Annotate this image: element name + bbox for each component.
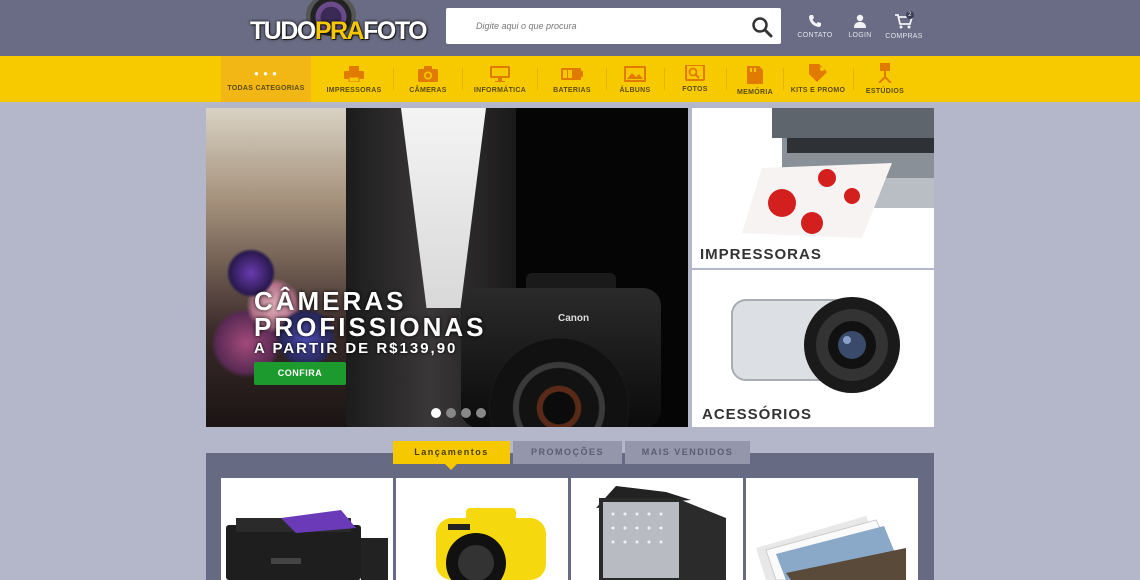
category-divider xyxy=(726,68,727,90)
hero-cta-button[interactable]: CONFIRA xyxy=(254,362,346,385)
slider-pagination xyxy=(431,405,491,423)
slider-dot[interactable] xyxy=(431,408,441,418)
phone-icon xyxy=(809,15,821,27)
category-label: KITS E PROMO xyxy=(790,87,846,94)
contact-label: CONTATO xyxy=(797,32,833,39)
photos-icon xyxy=(685,65,705,81)
category-label: ESTÚDIOS xyxy=(865,88,905,95)
category-label: MEMÓRIA xyxy=(737,89,773,96)
category-memory[interactable]: MEMÓRIA xyxy=(728,56,782,102)
printer-banner-image xyxy=(742,108,934,238)
category-label: BATERIAS xyxy=(553,87,591,94)
category-cameras[interactable]: CÂMERAS xyxy=(396,56,460,102)
category-kits-promo[interactable]: KITS E PROMO xyxy=(785,56,851,102)
memory-card-icon xyxy=(747,66,763,84)
category-nav: ● ● ● TODAS CATEGORIAS IMPRESSORAS CÂMER… xyxy=(0,56,1140,102)
category-label: IMPRESSORAS xyxy=(326,87,382,94)
printers-banner[interactable]: IMPRESSORAS xyxy=(692,108,934,268)
product-card-photo-prints[interactable] xyxy=(746,478,918,580)
category-label: TODAS CATEGORIAS xyxy=(227,85,305,92)
site-header: TUDOPRAFOTO CONTATO LOGIN 2 COMPRAS xyxy=(0,0,1140,56)
search-button[interactable] xyxy=(751,16,773,38)
cart-link[interactable]: 2 COMPRAS xyxy=(879,11,929,40)
product-card-studio-light[interactable] xyxy=(571,478,743,580)
hero-title-line1: CÂMERAS xyxy=(254,286,407,316)
accessories-banner-label: ACESSÓRIOS xyxy=(702,406,813,423)
slider-dot[interactable] xyxy=(446,408,456,418)
hero-title: CÂMERAS PROFISSIONAS xyxy=(254,288,486,340)
monitor-icon xyxy=(490,66,510,82)
camera-product-image xyxy=(436,508,546,580)
tab-promocoes[interactable]: PROMOÇÕES xyxy=(513,441,622,464)
category-divider xyxy=(393,68,394,90)
printers-banner-label: IMPRESSORAS xyxy=(700,246,822,263)
cart-count-badge: 2 xyxy=(906,11,914,19)
category-divider xyxy=(664,68,665,90)
logo-text: TUDOPRAFOTO xyxy=(250,17,428,45)
hero-title-line2: PROFISSIONAS xyxy=(254,312,487,342)
category-printers[interactable]: IMPRESSORAS xyxy=(318,56,390,102)
studio-light-icon xyxy=(878,63,892,83)
category-divider xyxy=(783,68,784,90)
printer-product-image xyxy=(226,510,388,580)
battery-icon xyxy=(561,68,583,80)
accessories-banner[interactable]: ACESSÓRIOS xyxy=(692,270,934,427)
category-divider xyxy=(606,68,607,90)
cart-label: COMPRAS xyxy=(885,33,923,40)
category-label: CÂMERAS xyxy=(409,87,447,94)
login-link[interactable]: LOGIN xyxy=(835,14,885,39)
site-logo[interactable]: TUDOPRAFOTO xyxy=(250,0,428,48)
category-divider xyxy=(537,68,538,90)
category-studios[interactable]: ESTÚDIOS xyxy=(856,56,914,102)
category-label: ÁLBUNS xyxy=(619,87,651,94)
category-albums[interactable]: ÁLBUNS xyxy=(608,56,662,102)
contact-link[interactable]: CONTATO xyxy=(790,14,840,39)
category-divider xyxy=(853,68,854,90)
category-photos[interactable]: FOTOS xyxy=(666,56,724,102)
search-bar xyxy=(446,8,781,44)
category-label: INFORMÁTICA xyxy=(473,87,527,94)
camera-icon xyxy=(418,66,438,82)
user-icon xyxy=(854,14,866,28)
search-icon xyxy=(752,17,773,38)
photo-prints-product-image xyxy=(756,516,907,580)
login-label: LOGIN xyxy=(848,32,872,39)
search-input[interactable] xyxy=(446,8,736,44)
category-label: FOTOS xyxy=(682,86,708,93)
hero-slider[interactable]: Canon CÂMERAS PROFISSIONAS A PARTIR DE R… xyxy=(206,108,688,427)
printer-icon xyxy=(344,66,364,82)
slider-dot[interactable] xyxy=(476,408,486,418)
product-card-printer[interactable] xyxy=(221,478,393,580)
tag-icon xyxy=(809,64,827,82)
tab-mais-vendidos[interactable]: MAIS VENDIDOS xyxy=(625,441,750,464)
tab-lancamentos[interactable]: Lançamentos xyxy=(393,441,510,464)
category-batteries[interactable]: BATERIAS xyxy=(540,56,604,102)
active-tab-pointer xyxy=(445,464,457,470)
category-informatica[interactable]: INFORMÁTICA xyxy=(465,56,535,102)
category-divider xyxy=(462,68,463,90)
hero-subtitle: A PARTIR DE R$139,90 xyxy=(254,340,458,357)
slider-dot[interactable] xyxy=(461,408,471,418)
accessories-banner-image xyxy=(731,297,900,393)
studio-light-product-image xyxy=(596,486,726,580)
category-all[interactable]: ● ● ● TODAS CATEGORIAS xyxy=(221,56,311,102)
album-icon xyxy=(624,66,646,82)
camera-brand: Canon xyxy=(558,313,590,324)
product-card-camera[interactable] xyxy=(396,478,568,580)
dots-icon: ● ● ● xyxy=(254,69,278,78)
